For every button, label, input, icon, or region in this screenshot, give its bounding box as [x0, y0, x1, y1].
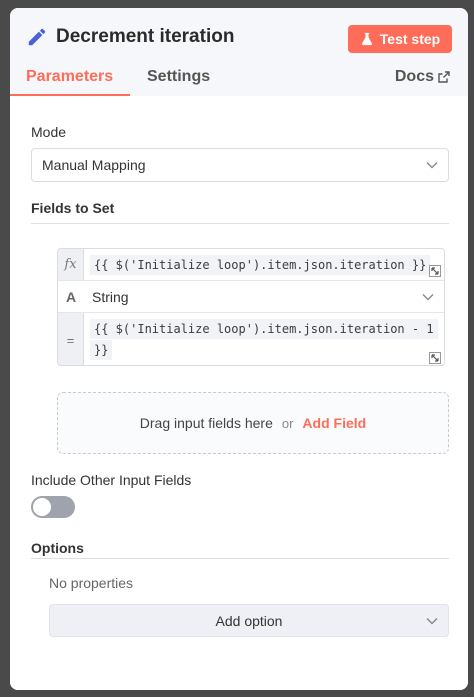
field-name-expression[interactable]: {{ $('Initialize loop').item.json.iterat… — [90, 255, 431, 275]
no-properties-text: No properties — [49, 575, 134, 591]
drop-zone[interactable]: Drag input fields here or Add Field — [57, 392, 449, 454]
include-other-toggle[interactable] — [31, 496, 75, 518]
toggle-knob — [33, 498, 51, 516]
fx-icon: fx — [58, 249, 84, 280]
include-other-label: Include Other Input Fields — [31, 472, 192, 488]
tab-bar: Parameters Settings Docs — [10, 66, 468, 96]
mode-select[interactable]: Manual Mapping — [31, 148, 449, 182]
options-divider — [31, 558, 449, 559]
tab-parameters[interactable]: Parameters — [26, 68, 113, 86]
test-step-button[interactable]: Test step — [348, 25, 452, 53]
flask-icon — [361, 32, 372, 46]
field-type-value: String — [92, 289, 129, 305]
field-value-line-2[interactable]: }} — [90, 340, 113, 360]
mode-label: Mode — [31, 124, 67, 140]
mode-value: Manual Mapping — [42, 157, 146, 173]
chevron-down-icon — [426, 617, 438, 624]
node-panel: Decrement iteration Test step Parameters… — [10, 8, 468, 690]
add-option-button[interactable]: Add option — [49, 604, 449, 637]
external-link-icon — [438, 71, 450, 83]
panel-header: Decrement iteration Test step Parameters… — [10, 8, 468, 96]
chevron-down-icon — [426, 162, 438, 169]
panel-body: Mode Manual Mapping Fields to Set fx {{ … — [10, 96, 468, 690]
docs-label: Docs — [394, 68, 434, 85]
equals-icon: = — [58, 313, 84, 365]
test-step-label: Test step — [379, 31, 441, 47]
pencil-icon — [28, 28, 46, 46]
fields-to-set-label: Fields to Set — [31, 200, 115, 216]
string-type-icon: A — [58, 281, 84, 312]
fields-divider — [31, 223, 449, 224]
add-field-link[interactable]: Add Field — [302, 415, 366, 431]
field-type-row[interactable]: A String — [58, 281, 444, 313]
chevron-down-icon — [422, 293, 434, 300]
field-assignment: fx {{ $('Initialize loop').item.json.ite… — [57, 248, 445, 366]
or-text: or — [281, 415, 294, 431]
field-value-row: = {{ $('Initialize loop').item.json.iter… — [58, 313, 444, 365]
tab-docs[interactable]: Docs — [395, 68, 450, 86]
expand-icon[interactable] — [429, 265, 441, 277]
title-row: Decrement iteration — [26, 26, 234, 48]
tab-settings[interactable]: Settings — [147, 68, 210, 86]
expand-icon[interactable] — [429, 352, 441, 364]
add-option-label: Add option — [215, 612, 283, 629]
drop-hint: Drag input fields here — [139, 415, 273, 431]
field-value-line-1[interactable]: {{ $('Initialize loop').item.json.iterat… — [90, 319, 438, 339]
node-title[interactable]: Decrement iteration — [56, 26, 234, 48]
field-name-row: fx {{ $('Initialize loop').item.json.ite… — [58, 249, 444, 281]
options-label: Options — [31, 540, 84, 556]
